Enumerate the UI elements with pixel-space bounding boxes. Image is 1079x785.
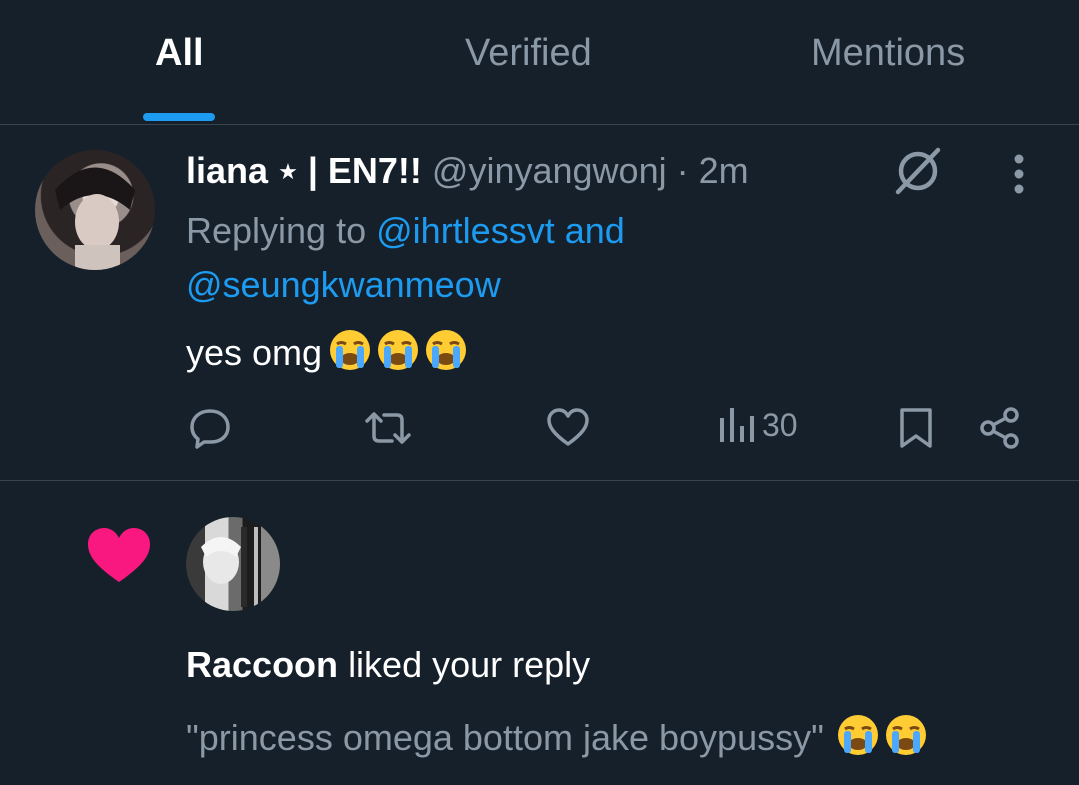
quote-emoji-row: [834, 715, 930, 758]
divider: [0, 480, 1079, 481]
liked-reply-quote[interactable]: "princess omega bottom jake boypussy" 😭😭: [186, 713, 930, 759]
crying-emoji-icon: [330, 330, 371, 370]
crying-emoji-icon: [837, 715, 878, 755]
name-star: ★: [278, 159, 298, 184]
reply-to-link-1[interactable]: @ihrtlessvt: [376, 210, 555, 251]
like-notification-text: Raccoon liked your reply: [186, 644, 590, 686]
tweet-text: yes omg😭😭😭: [186, 328, 470, 374]
liker-name[interactable]: Raccoon: [186, 644, 338, 685]
reply-icon: [190, 409, 230, 449]
heart-icon: [86, 526, 152, 589]
tweet-header: liana ★ | EN7!! @yinyangwonj · 2m: [186, 150, 749, 192]
reply-to-link-2[interactable]: @seungkwanmeow: [186, 264, 501, 305]
notification-tabs: All Verified Mentions: [0, 0, 1079, 125]
tab-verified[interactable]: Verified: [465, 32, 592, 75]
bookmark-icon: [900, 408, 932, 448]
display-name[interactable]: liana: [186, 150, 268, 191]
active-tab-indicator: [143, 113, 215, 121]
views-icon: [720, 408, 754, 442]
tab-mentions[interactable]: Mentions: [811, 32, 965, 75]
bookmark-button[interactable]: [898, 406, 934, 450]
crying-emoji-row: [326, 330, 470, 373]
user-handle[interactable]: @yinyangwonj: [432, 150, 667, 191]
reply-to-and[interactable]: and: [565, 210, 625, 251]
display-name-suffix: | EN7!!: [307, 150, 422, 191]
more-icon[interactable]: [1008, 154, 1030, 199]
like-button[interactable]: [546, 406, 590, 450]
tab-all[interactable]: All: [155, 32, 204, 75]
grok-icon[interactable]: [890, 146, 946, 201]
views-button[interactable]: 30: [718, 406, 798, 444]
retweet-button[interactable]: [364, 406, 412, 450]
crying-emoji-icon: [378, 330, 419, 370]
crying-emoji-icon: [885, 715, 926, 755]
replying-to-label: Replying to: [186, 210, 367, 251]
tweet-text-body: yes omg: [186, 332, 323, 373]
avatar[interactable]: [35, 150, 155, 270]
reply-button[interactable]: [188, 406, 232, 450]
replying-to-line-2: @seungkwanmeow: [186, 264, 501, 306]
retweet-icon: [365, 412, 411, 444]
like-action-text: liked your reply: [348, 644, 591, 685]
timestamp[interactable]: 2m: [699, 150, 749, 191]
views-count: 30: [762, 406, 798, 443]
share-icon: [980, 407, 1019, 449]
share-button[interactable]: [978, 406, 1022, 450]
quote-text: "princess omega bottom jake boypussy": [186, 717, 824, 758]
separator: ·: [676, 150, 689, 191]
like-icon: [547, 408, 589, 446]
crying-emoji-icon: [426, 330, 467, 370]
avatar[interactable]: [186, 517, 280, 611]
replying-to-line: Replying to @ihrtlessvt and: [186, 210, 625, 252]
